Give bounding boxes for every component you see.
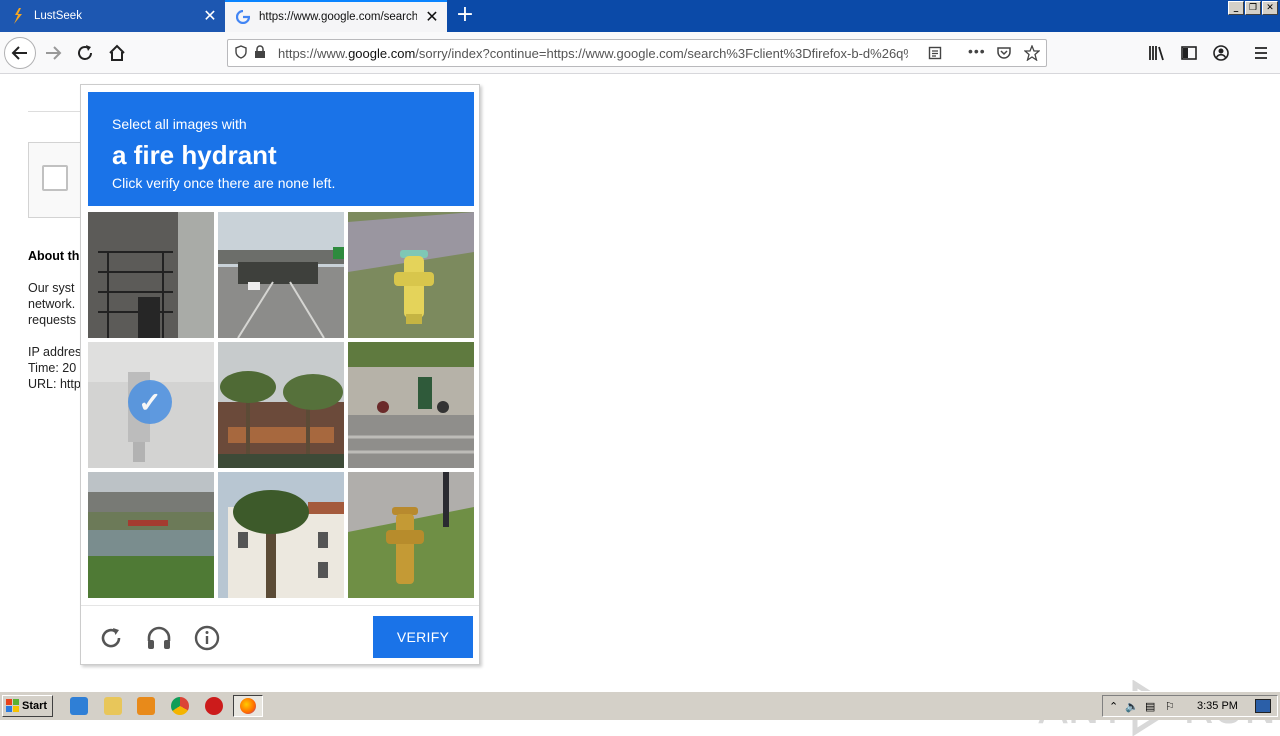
- lock-icon[interactable]: [254, 44, 272, 62]
- home-button[interactable]: [102, 38, 132, 68]
- captcha-tile-5[interactable]: [218, 342, 344, 468]
- captcha-target: a fire hydrant: [112, 140, 277, 170]
- tab-title: LustSeek: [34, 10, 82, 22]
- media-player-icon[interactable]: [137, 697, 155, 715]
- close-tab-icon[interactable]: ✕: [195, 6, 225, 26]
- internet-explorer-icon[interactable]: [70, 697, 88, 715]
- captcha-tile-3[interactable]: [348, 212, 474, 338]
- window-controls: _ ❐ ✕: [1228, 1, 1278, 15]
- account-button[interactable]: [1206, 38, 1236, 68]
- forward-arrow-icon: [46, 46, 62, 60]
- volume-icon[interactable]: 🔈: [1125, 700, 1145, 713]
- url-prefix: https://www.: [278, 45, 349, 61]
- tab-lustseek[interactable]: LustSeek ✕: [0, 0, 225, 32]
- captcha-tile-4[interactable]: ✓: [88, 342, 214, 468]
- captcha-instruction: Select all images with: [112, 116, 247, 132]
- home-icon: [109, 44, 125, 61]
- reader-view-icon[interactable]: [928, 46, 942, 63]
- reload-button[interactable]: [70, 38, 100, 68]
- page-text-line: IP addres: [28, 345, 82, 359]
- url-text[interactable]: https://www.google.com/sorry/index?conti…: [278, 46, 908, 61]
- close-window-button[interactable]: ✕: [1262, 1, 1278, 15]
- recaptcha-checkbox[interactable]: [42, 165, 68, 191]
- captcha-hint: Click verify once there are none left.: [112, 175, 336, 191]
- recaptcha-widget: [28, 142, 88, 218]
- audio-challenge-button[interactable]: [145, 624, 173, 652]
- page-text-line: network.: [28, 297, 76, 311]
- start-button[interactable]: Start: [2, 695, 53, 717]
- captcha-tile-8[interactable]: [218, 472, 344, 598]
- hamburger-menu-icon: [1255, 47, 1267, 59]
- back-arrow-icon: [11, 46, 27, 60]
- library-icon: [1149, 46, 1164, 61]
- tab-title: https://www.google.com/search?c: [259, 11, 417, 23]
- opera-icon[interactable]: [205, 697, 223, 715]
- network-icon[interactable]: ▤: [1145, 700, 1165, 713]
- reload-icon: [78, 45, 92, 60]
- divider: [28, 111, 88, 112]
- menu-button[interactable]: [1246, 38, 1276, 68]
- show-desktop-icon[interactable]: [1255, 699, 1271, 713]
- navigation-toolbar: https://www.google.com/sorry/index?conti…: [0, 32, 1280, 74]
- action-center-flag-icon[interactable]: ⚐: [1165, 700, 1187, 713]
- headphones-icon: [147, 626, 171, 649]
- minimize-button[interactable]: _: [1228, 1, 1244, 15]
- lustseek-logo-icon: [10, 8, 26, 24]
- info-icon: [194, 625, 220, 651]
- captcha-tile-7[interactable]: [88, 472, 214, 598]
- firefox-icon: [240, 698, 256, 714]
- file-explorer-icon[interactable]: [104, 697, 122, 715]
- address-bar[interactable]: https://www.google.com/sorry/index?conti…: [227, 39, 1047, 67]
- start-label: Start: [22, 700, 48, 712]
- captcha-challenge-dialog: Select all images with a fire hydrant Cl…: [80, 84, 480, 665]
- tab-strip: LustSeek ✕ https://www.google.com/search…: [0, 0, 1280, 32]
- page-text-line: Our syst: [28, 281, 75, 295]
- page-actions-icon[interactable]: •••: [968, 43, 986, 59]
- reload-icon: [101, 628, 121, 648]
- tracking-shield-icon[interactable]: [234, 44, 254, 62]
- windows-taskbar: Start ⌃ 🔈 ▤ ⚐ 3:35 PM: [0, 691, 1280, 720]
- captcha-tile-9[interactable]: [348, 472, 474, 598]
- sidebar-button[interactable]: [1174, 38, 1204, 68]
- close-tab-icon[interactable]: ✕: [417, 7, 447, 27]
- page-text-line: Time: 20: [28, 361, 77, 375]
- url-rest: /sorry/index?continue=https://www.google…: [415, 45, 908, 61]
- google-g-icon: [235, 9, 251, 25]
- captcha-tile-6[interactable]: [348, 342, 474, 468]
- captcha-tile-1[interactable]: [88, 212, 214, 338]
- pocket-icon[interactable]: [996, 46, 1012, 63]
- verify-button[interactable]: VERIFY: [373, 616, 473, 658]
- account-icon: [1213, 45, 1229, 61]
- new-tab-button[interactable]: +: [452, 4, 478, 28]
- captcha-footer: VERIFY: [81, 605, 479, 666]
- page-text-line: requests: [28, 313, 76, 327]
- tab-google[interactable]: https://www.google.com/search?c ✕: [225, 0, 447, 32]
- sidebar-icon: [1181, 46, 1197, 60]
- forward-button[interactable]: [38, 38, 68, 68]
- tray-expand-icon[interactable]: ⌃: [1109, 700, 1125, 713]
- page-text-line: URL: http: [28, 377, 81, 391]
- library-button[interactable]: [1142, 38, 1172, 68]
- system-tray: ⌃ 🔈 ▤ ⚐ 3:35 PM: [1102, 695, 1278, 717]
- windows-logo-icon: [6, 699, 19, 712]
- firefox-taskbar-button[interactable]: [233, 695, 263, 717]
- url-domain: google.com: [348, 45, 416, 61]
- help-button[interactable]: [193, 624, 221, 652]
- bookmark-star-icon[interactable]: [1023, 44, 1041, 64]
- reload-challenge-button[interactable]: [97, 624, 125, 652]
- captcha-tile-2[interactable]: [218, 212, 344, 338]
- captcha-header: Select all images with a fire hydrant Cl…: [88, 92, 474, 206]
- selected-check-icon: ✓: [128, 380, 172, 424]
- about-heading: About th: [28, 249, 80, 263]
- clock: 3:35 PM: [1197, 700, 1238, 712]
- chrome-icon[interactable]: [171, 697, 189, 715]
- back-button[interactable]: [4, 37, 36, 69]
- restore-button[interactable]: ❐: [1245, 1, 1261, 15]
